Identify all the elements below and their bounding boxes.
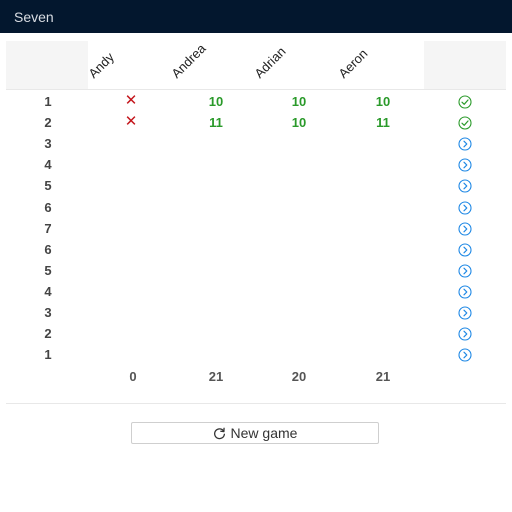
bust-cross-icon: ✕ xyxy=(124,113,138,131)
round-number: 2 xyxy=(44,115,52,131)
player-name-andy: Andy xyxy=(85,49,117,81)
score-cell: 10 xyxy=(208,94,224,109)
round-number: 6 xyxy=(44,241,52,257)
player-name-adrian: Adrian xyxy=(251,43,289,81)
round-number: 1 xyxy=(44,94,52,109)
round-complete-check-icon xyxy=(458,95,472,109)
total-aeron: 21 xyxy=(375,369,391,384)
round-number: 4 xyxy=(44,283,52,299)
header-status-cell xyxy=(424,41,506,89)
round-number: 1 xyxy=(44,347,52,363)
round-number: 2 xyxy=(44,326,52,342)
round-number: 5 xyxy=(44,178,52,194)
round-start-chevron-icon[interactable] xyxy=(458,179,472,193)
player-name-andrea: Andrea xyxy=(168,40,209,81)
round-start-chevron-icon[interactable] xyxy=(458,158,472,172)
round-start-chevron-icon[interactable] xyxy=(458,264,472,278)
new-game-label: New game xyxy=(230,425,298,441)
player-name-aeron: Aeron xyxy=(335,45,371,81)
header-divider xyxy=(6,89,506,90)
round-complete-check-icon xyxy=(458,116,472,130)
round-number: 5 xyxy=(44,262,52,278)
score-cell: 11 xyxy=(209,115,223,131)
round-number: 7 xyxy=(44,220,52,236)
total-andrea: 21 xyxy=(208,369,224,384)
window-title: Seven xyxy=(14,9,54,25)
round-start-chevron-icon[interactable] xyxy=(458,306,472,320)
total-andy: 0 xyxy=(129,369,137,384)
round-number: 4 xyxy=(44,157,52,173)
title-bar: Seven xyxy=(0,0,512,33)
bust-cross-icon: ✕ xyxy=(124,92,138,109)
round-start-chevron-icon[interactable] xyxy=(458,243,472,257)
new-game-button[interactable]: New game xyxy=(131,422,379,444)
round-number: 3 xyxy=(44,305,52,320)
round-number: 3 xyxy=(44,136,52,152)
total-adrian: 20 xyxy=(291,369,307,384)
header-corner-cell xyxy=(6,41,88,89)
score-cell: 10 xyxy=(291,115,307,131)
round-start-chevron-icon[interactable] xyxy=(458,222,472,236)
round-start-chevron-icon[interactable] xyxy=(458,348,472,362)
round-start-chevron-icon[interactable] xyxy=(458,327,472,341)
round-number: 6 xyxy=(44,199,52,215)
score-cell: 11 xyxy=(376,115,390,131)
round-start-chevron-icon[interactable] xyxy=(458,200,472,215)
refresh-icon xyxy=(213,427,225,439)
score-cell: 10 xyxy=(375,94,391,109)
footer-divider xyxy=(6,403,506,404)
round-start-chevron-icon[interactable] xyxy=(458,285,472,299)
score-cell: 10 xyxy=(291,94,307,109)
round-start-chevron-icon[interactable] xyxy=(458,137,472,151)
